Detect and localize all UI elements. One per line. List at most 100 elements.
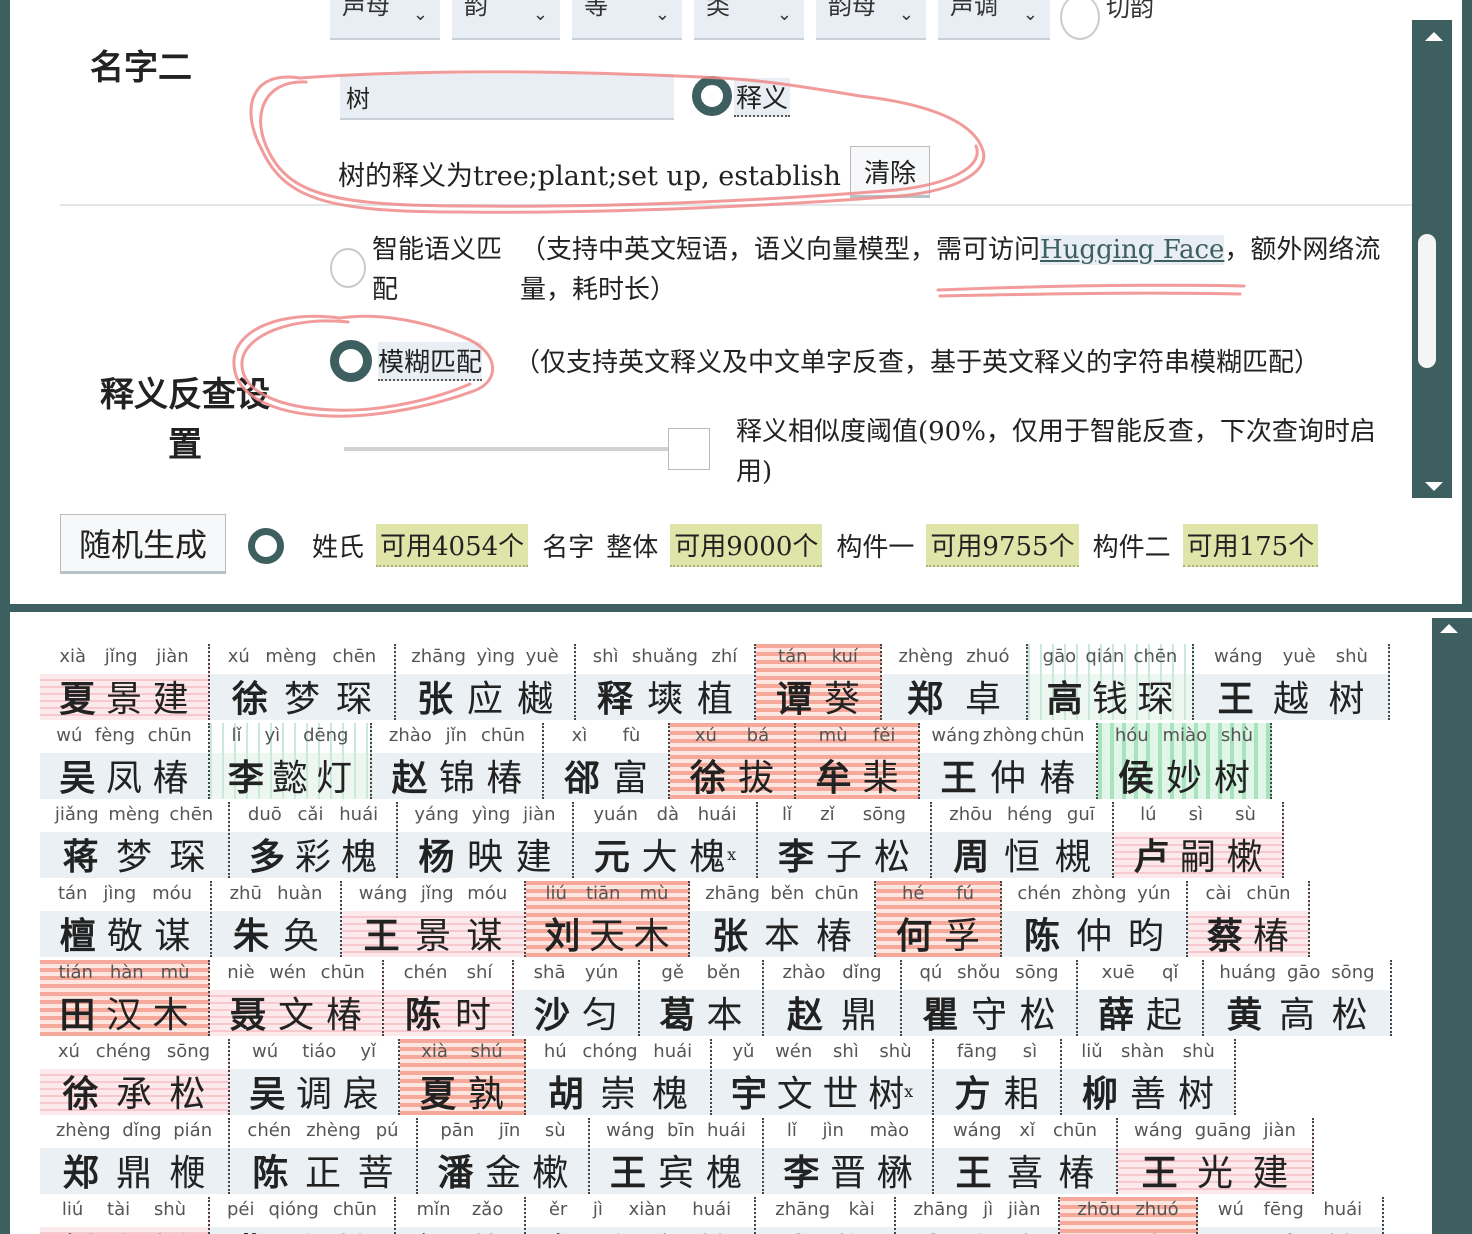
hanzi-character: 夏 (59, 678, 96, 720)
meaning-radio[interactable] (692, 76, 732, 116)
pinyin-line: zhèng zhuó (882, 644, 1026, 674)
name-card[interactable]: fāng sì 方耜 (934, 1039, 1062, 1115)
name-card[interactable]: wú tiáo yǐ 吴调扆 (230, 1039, 400, 1115)
select-value: 等 (584, 0, 608, 20)
name-card[interactable]: zhāngjìjiàn张济建 (896, 1197, 1060, 1234)
similarity-slider-track[interactable] (344, 447, 670, 451)
random-generate-button[interactable]: 随机生成 (60, 514, 226, 574)
name-card[interactable]: shā yún 沙匀 (514, 960, 640, 1036)
name-card[interactable]: huáng gāo sōng 黄高松 (1204, 960, 1392, 1036)
name-card[interactable]: wáng xǐ chūn 王喜椿 (934, 1118, 1118, 1194)
name-card[interactable]: xià jǐng jiàn 夏景建 (40, 644, 210, 720)
name-card[interactable]: chén shí 陈时 (384, 960, 514, 1036)
name-card[interactable]: lǐ zǐ sōng 李子松 (758, 802, 932, 878)
hanzi-character: 松 (1331, 995, 1368, 1036)
name-card[interactable]: wáng yuè shù 王越树 (1194, 644, 1390, 720)
name-card[interactable]: zhèng zhuó 郑卓 (882, 644, 1028, 720)
name-card[interactable]: zhōu héng guī 周恒槻 (932, 802, 1114, 878)
name-card[interactable]: xià shú 夏孰 (400, 1039, 526, 1115)
name-card[interactable]: mù fěi 牟棐 (796, 723, 920, 799)
name-card[interactable]: zhào dǐng 赵鼎 (764, 960, 902, 1036)
name-card[interactable]: zhū huàn 朱奂 (212, 881, 342, 957)
name-card[interactable]: zhāng yìng yuè 张应樾 (396, 644, 576, 720)
name-card[interactable]: zhōuzhuó周卓 (1060, 1197, 1198, 1234)
name-card[interactable]: yuán dà huái 元大槐 x (574, 802, 758, 878)
name-card[interactable]: xú chéng sōng 徐承松 (40, 1039, 230, 1115)
name-card[interactable]: gāo qián chēn 高钱琛 (1028, 644, 1194, 720)
name-card[interactable]: jiǎng mèng chēn 蒋梦琛 (40, 802, 230, 878)
name-card[interactable]: yǔ wén shì shù 宇文世树 x (712, 1039, 934, 1115)
name-card[interactable]: wáng zhòng chūn 王仲椿 (920, 723, 1098, 799)
remove-mark-icon[interactable]: x (904, 1082, 913, 1101)
name-card[interactable]: wúfēnghuái吴丰槐 (1198, 1197, 1384, 1234)
fuzzy-match-radio[interactable] (330, 340, 372, 382)
name-card[interactable]: tián hàn mù 田汉木 (40, 960, 210, 1036)
name-card[interactable]: zhào jǐn chūn 赵锦椿 (372, 723, 544, 799)
name-card[interactable]: gě běn 葛本 (640, 960, 764, 1036)
hanzi-character: 喜 (1006, 1153, 1043, 1194)
hanzi-line: 潘金樕 (418, 1146, 588, 1194)
remove-mark-icon[interactable]: x (727, 845, 736, 864)
random-mode-radio[interactable] (248, 528, 284, 564)
name-card[interactable]: wáng guāng jiàn 王光建 (1118, 1118, 1314, 1194)
name-card[interactable]: lǐ jìn mào 李晋楙 (764, 1118, 934, 1194)
name-card[interactable]: zhāng běn chūn 张本椿 (690, 881, 876, 957)
name-card[interactable]: xú bá 徐拔 (670, 723, 796, 799)
hugging-face-link[interactable]: Hugging Face (1040, 235, 1225, 265)
qieyun-radio[interactable] (1060, 0, 1100, 40)
name-card[interactable]: xuē qǐ 薛起 (1078, 960, 1204, 1036)
clear-button[interactable]: 清除 (850, 146, 930, 198)
name-card[interactable]: xú mèng chēn 徐梦琛 (210, 644, 396, 720)
hanzi-character: 金 (484, 1153, 521, 1194)
settings-scrollbar-thumb[interactable] (1418, 234, 1436, 368)
name-card[interactable]: lǐ yì dēng 李懿灯 (210, 723, 372, 799)
hanzi-character: 琛 (1137, 679, 1174, 720)
name-card[interactable]: wáng jǐng móu 王景谋 (342, 881, 526, 957)
name-card[interactable]: chén zhèng pú 陈正菩 (230, 1118, 418, 1194)
name-card[interactable]: cài chūn 蔡椿 (1188, 881, 1310, 957)
name-card[interactable]: lú sì sù 卢嗣樕 (1114, 802, 1284, 878)
name-card[interactable]: zhèng dǐng pián 郑鼎楩 (40, 1118, 230, 1194)
name-card[interactable]: tán jìng móu 檀敬谋 (40, 881, 212, 957)
name-card[interactable]: liútàishù刘泰树 (40, 1197, 210, 1234)
results-scrollbar[interactable] (1432, 618, 1472, 1234)
name-card[interactable]: chén zhòng yún 陈仲昀 (1002, 881, 1188, 957)
smart-match-radio[interactable] (330, 248, 366, 288)
name-card[interactable]: wú fèng chūn 吴凤椿 (40, 723, 210, 799)
hanzi-line: 陈仲昀 (1002, 909, 1186, 957)
name-card[interactable]: pān jīn sù 潘金樕 (418, 1118, 590, 1194)
name-card[interactable]: qú shǒu sōng 瞿守松 (902, 960, 1078, 1036)
scroll-down-icon[interactable] (1425, 482, 1443, 491)
initial-select[interactable]: 声母 ⌄ (330, 0, 440, 40)
hanzi-character: 宾 (657, 1153, 694, 1194)
name-card[interactable]: liǔ shàn shù 柳善树 (1062, 1039, 1236, 1115)
name-card[interactable]: xì fù 郤富 (544, 723, 670, 799)
rhyme-select[interactable]: 韵 ⌄ (452, 0, 560, 40)
name-card[interactable]: wáng bīn huái 王宾槐 (590, 1118, 764, 1194)
name-card[interactable]: yáng yìng jiàn 杨映建 (398, 802, 574, 878)
name-card[interactable]: shì shuǎng zhí 释塽植 (576, 644, 756, 720)
name-card[interactable]: hóu miào shù 侯妙树 (1098, 723, 1272, 799)
hanzi-character: 天 (588, 916, 625, 957)
meaning-search-input[interactable] (340, 74, 674, 120)
name-card[interactable]: hé fú 何孚 (876, 881, 1002, 957)
name-card[interactable]: hú chóng huái 胡崇槐 (526, 1039, 712, 1115)
hanzi-character: 张 (914, 1223, 950, 1234)
name-card[interactable]: ěrjìxiànhuái尔济宪槐 (526, 1197, 756, 1234)
name-card[interactable]: tán kuí 谭葵 (756, 644, 882, 720)
name-card[interactable]: liú tiān mù 刘天木 (526, 881, 690, 957)
name-card[interactable]: niè wén chūn 聂文椿 (210, 960, 384, 1036)
grade-select[interactable]: 等 ⌄ (572, 0, 682, 40)
name-card[interactable]: zhāngkài张忾 (756, 1197, 896, 1234)
name-card[interactable]: péiqióngchūn裴琼椿 (210, 1197, 396, 1234)
name-card[interactable]: mǐnzǎo闵藻 (396, 1197, 526, 1234)
class-select[interactable]: 类 ⌄ (694, 0, 804, 40)
final-select[interactable]: 韵母 ⌄ (816, 0, 926, 40)
tone-select[interactable]: 声调 ⌄ (938, 0, 1050, 40)
similarity-slider-handle[interactable] (668, 428, 710, 470)
name-card[interactable]: duō cǎi huái 多彩槐 (230, 802, 398, 878)
scroll-up-icon[interactable] (1440, 624, 1458, 633)
scroll-up-icon[interactable] (1425, 32, 1443, 41)
hanzi-line: 黄高松 (1204, 988, 1390, 1036)
hanzi-character: 钱 (1091, 679, 1128, 720)
